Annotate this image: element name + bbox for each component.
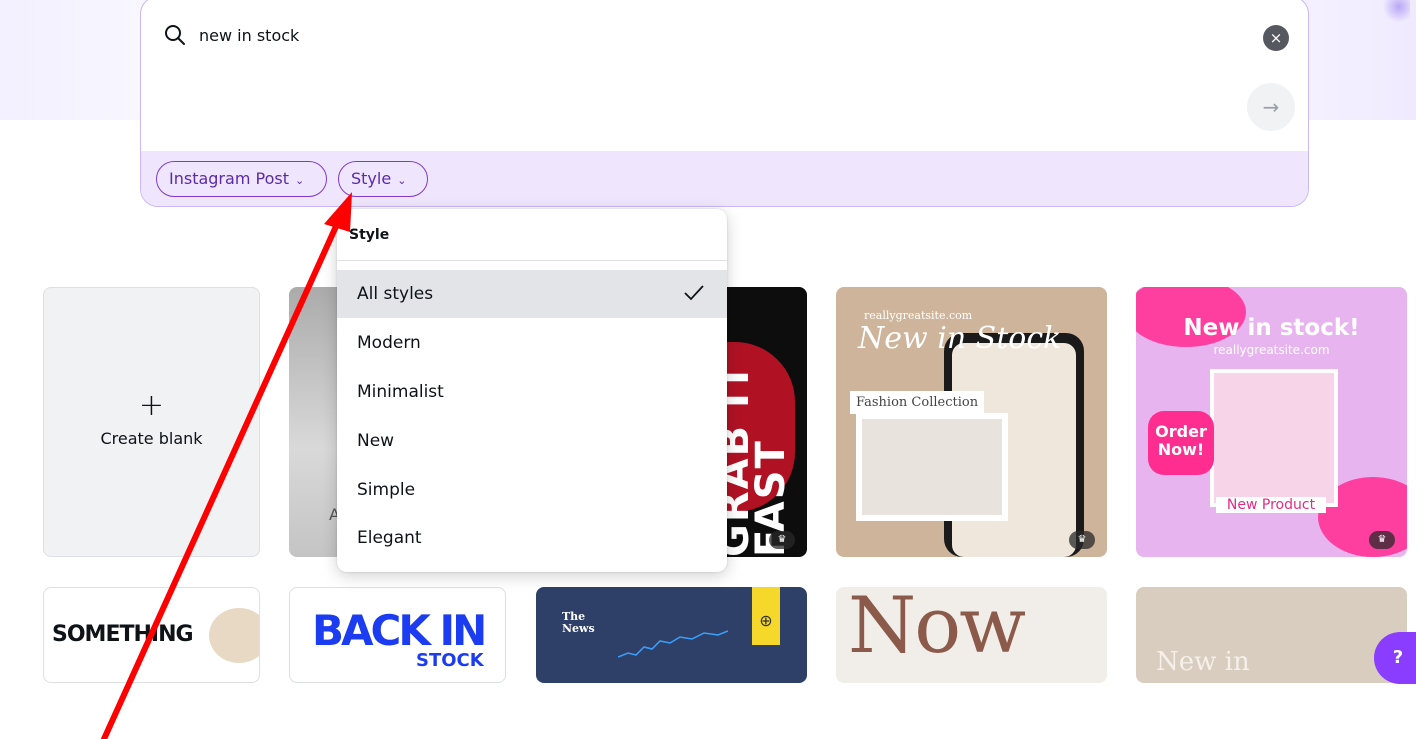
style-option-minimalist[interactable]: Minimalist	[337, 368, 727, 416]
plus-icon: +	[138, 388, 165, 423]
style-option-modern[interactable]: Modern	[337, 319, 727, 367]
dropdown-divider	[337, 260, 727, 261]
card-title: The News	[562, 610, 595, 635]
corner-decoration	[1382, 0, 1410, 22]
template-card[interactable]: SOMETHING	[43, 587, 260, 683]
template-card[interactable]: reallygreatsite.com New in Stock Fashion…	[836, 287, 1107, 557]
card-label: New Product	[1216, 497, 1326, 513]
option-label: Elegant	[357, 528, 422, 548]
template-card[interactable]: New in	[1136, 587, 1407, 683]
card-title: New in stock!	[1183, 315, 1360, 341]
template-card[interactable]: Now	[836, 587, 1107, 683]
card-title: New in	[1156, 647, 1250, 677]
card-subtitle: STOCK	[416, 650, 484, 671]
style-option-elegant[interactable]: Elegant	[337, 514, 727, 562]
card-label: Fashion Collection	[850, 391, 985, 414]
sparkline-graphic	[618, 630, 728, 658]
style-option-all-styles[interactable]: All styles	[337, 270, 727, 318]
style-filter-label: Style	[351, 169, 392, 188]
style-dropdown: Style All styles Modern Minimalist New S…	[337, 209, 727, 572]
submit-search-button[interactable]: →	[1247, 83, 1295, 131]
card-shape	[209, 608, 259, 663]
dropdown-title: Style	[349, 227, 390, 243]
option-label: New	[357, 431, 395, 451]
style-option-simple[interactable]: Simple	[337, 466, 727, 514]
create-blank-label: Create blank	[100, 429, 203, 448]
option-label: All styles	[357, 284, 434, 304]
search-icon	[165, 25, 185, 45]
card-title: SOMETHING	[52, 622, 194, 647]
option-label: Modern	[357, 333, 421, 353]
template-card[interactable]: New in stock! reallygreatsite.com Order …	[1136, 287, 1407, 557]
crown-icon: ♛	[769, 531, 795, 549]
style-option-new[interactable]: New	[337, 417, 727, 465]
option-label: Minimalist	[357, 382, 444, 402]
format-filter-chip[interactable]: Instagram Post ⌄	[156, 161, 327, 197]
card-site: reallygreatsite.com	[1213, 343, 1330, 357]
arrow-right-icon: →	[1262, 95, 1280, 119]
clear-search-button[interactable]: ×	[1263, 25, 1289, 51]
globe-icon: ⊕	[752, 587, 780, 645]
card-title: New in Stock	[858, 321, 1062, 356]
template-card[interactable]: The News ⊕	[536, 587, 807, 683]
create-blank-card[interactable]: + Create blank	[43, 287, 260, 557]
card-text: GRAB IT FAST	[712, 361, 794, 557]
crown-icon: ♛	[1069, 531, 1095, 549]
filter-bar: Instagram Post ⌄ Style ⌄	[141, 151, 1308, 206]
card-photo	[856, 413, 1008, 521]
card-photo	[1210, 369, 1338, 507]
check-icon	[684, 285, 704, 301]
close-icon: ×	[1269, 29, 1283, 47]
format-filter-label: Instagram Post	[169, 169, 289, 188]
search-input[interactable]	[199, 23, 1099, 47]
template-card[interactable]: BACK IN STOCK	[289, 587, 506, 683]
card-badge: Order Now!	[1148, 411, 1214, 475]
option-label: Simple	[357, 480, 416, 500]
card-title: BACK IN	[312, 606, 487, 655]
help-label: ?	[1392, 647, 1404, 668]
chevron-down-icon: ⌄	[294, 174, 305, 187]
crown-icon: ♛	[1369, 531, 1395, 549]
card-title: Now	[848, 587, 1026, 671]
style-filter-chip[interactable]: Style ⌄	[338, 161, 428, 197]
search-panel: × → Instagram Post ⌄ Style ⌄	[140, 0, 1309, 207]
chevron-down-icon: ⌄	[397, 174, 407, 187]
